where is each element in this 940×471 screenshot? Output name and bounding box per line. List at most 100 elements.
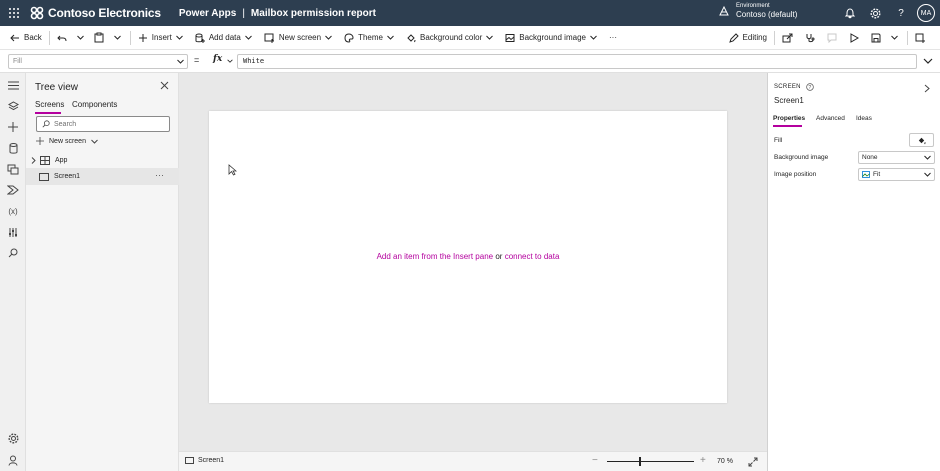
undo-button[interactable] (53, 26, 75, 50)
more-options-icon[interactable]: ··· (155, 170, 164, 180)
app-screen-canvas[interactable]: Add an item from the Insert pane or conn… (209, 111, 727, 403)
selected-control-name[interactable]: Screen1 (774, 96, 804, 105)
zoom-slider-thumb[interactable] (639, 457, 641, 466)
search-icon[interactable] (6, 246, 20, 260)
publish-button[interactable] (911, 26, 934, 50)
zoom-slider-track[interactable] (607, 461, 694, 462)
background-image-value: None (862, 154, 878, 161)
settings-gear-icon[interactable] (6, 431, 20, 445)
user-avatar[interactable]: MA (917, 4, 935, 22)
chevron-down-icon (113, 35, 121, 40)
fit-to-window-icon[interactable] (748, 457, 758, 467)
background-image-button[interactable]: Background image (501, 26, 605, 50)
media-icon[interactable] (6, 162, 20, 176)
image-position-label: Image position (774, 171, 817, 178)
environment-picker[interactable]: Environment Contoso (default) (718, 3, 797, 19)
tree-item-app[interactable]: App (26, 152, 179, 168)
command-bar: Back Insert Add data New screen Theme Ba… (0, 26, 940, 50)
advanced-tools-icon[interactable] (6, 225, 20, 239)
waffle-menu-icon[interactable] (0, 7, 28, 19)
comments-button[interactable] (823, 26, 845, 50)
paste-button[interactable] (90, 26, 112, 50)
hamburger-menu-icon[interactable] (6, 78, 20, 92)
background-image-dropdown[interactable]: None (858, 151, 935, 164)
canvas-empty-hint: Add an item from the Insert pane or conn… (209, 252, 727, 261)
chevron-down-icon (387, 35, 394, 40)
theme-label: Theme (358, 33, 383, 42)
save-icon (871, 33, 881, 42)
document-title[interactable]: Mailbox permission report (251, 8, 376, 19)
image-icon (862, 171, 870, 178)
more-commands-label: ··· (608, 33, 617, 42)
account-person-icon[interactable] (6, 453, 20, 467)
tab-ideas[interactable]: Ideas (856, 115, 872, 122)
mouse-pointer-icon (228, 164, 237, 176)
properties-pane: SCREEN ? Screen1 Properties Advanced Ide… (767, 73, 940, 471)
function-picker[interactable]: fx (213, 54, 235, 69)
database-add-icon (195, 33, 205, 43)
notifications-bell-icon[interactable] (843, 6, 857, 20)
new-screen-button[interactable]: New screen (260, 26, 340, 50)
tree-search-input[interactable]: Search (36, 116, 170, 132)
current-screen-indicator[interactable]: Screen1 (185, 457, 224, 464)
editing-mode-button[interactable]: Editing (725, 26, 771, 50)
help-circle-icon[interactable]: ? (806, 83, 814, 91)
share-button[interactable] (778, 26, 801, 50)
stethoscope-icon (806, 33, 815, 42)
chevron-right-icon (31, 156, 36, 164)
power-automate-icon[interactable] (6, 183, 20, 197)
background-color-label: Background color (420, 33, 483, 42)
zoom-in-button[interactable]: + (700, 455, 706, 466)
zoom-out-button[interactable]: − (592, 455, 598, 466)
tab-advanced[interactable]: Advanced (816, 115, 845, 122)
tab-properties[interactable]: Properties (773, 115, 805, 127)
insert-plus-icon[interactable] (6, 120, 20, 134)
tree-item-screen1[interactable]: Screen1 ··· (26, 168, 179, 185)
tree-view-pane: Tree view Screens Components Search New … (26, 73, 179, 471)
save-button[interactable] (867, 26, 889, 50)
paint-bucket-icon (918, 137, 926, 144)
preview-play-button[interactable] (845, 26, 867, 50)
app-header: Contoso Electronics Power Apps | Mailbox… (0, 0, 940, 26)
insert-pane-link[interactable]: Add an item from the Insert pane (377, 252, 494, 261)
brand-name: Contoso Electronics (48, 6, 161, 20)
tree-item-label: App (55, 156, 68, 164)
image-position-dropdown[interactable]: Fit (858, 168, 935, 181)
chevron-down-icon (175, 35, 183, 40)
property-dropdown[interactable]: Fill (8, 54, 188, 69)
chevron-down-icon (590, 35, 597, 40)
paste-dropdown[interactable] (112, 26, 127, 50)
back-button[interactable]: Back (6, 26, 46, 50)
close-icon[interactable] (160, 81, 169, 90)
more-commands-button[interactable]: ··· (605, 26, 621, 50)
search-placeholder: Search (54, 120, 77, 128)
save-dropdown[interactable] (889, 26, 904, 50)
search-icon (42, 120, 50, 128)
theme-button[interactable]: Theme (340, 26, 402, 50)
tab-components[interactable]: Components (72, 100, 117, 109)
background-color-button[interactable]: Background color (402, 26, 501, 50)
settings-gear-icon[interactable] (868, 6, 882, 20)
help-question-icon[interactable]: ? (894, 6, 908, 20)
chevron-right-icon[interactable] (924, 84, 930, 93)
expand-formula-chevron-icon[interactable] (922, 55, 934, 67)
tree-new-screen-button[interactable]: New screen (36, 137, 98, 145)
paint-bucket-icon (407, 33, 416, 42)
variables-icon[interactable]: (x) (6, 204, 20, 218)
fx-label: fx (213, 54, 223, 64)
zoom-percentage: 70 % (717, 458, 733, 465)
connect-data-link[interactable]: connect to data (505, 252, 560, 261)
palette-icon (344, 32, 354, 43)
status-screen-label: Screen1 (198, 457, 225, 464)
add-data-button[interactable]: Add data (191, 26, 260, 50)
chevron-down-icon (924, 155, 931, 160)
tab-screens[interactable]: Screens (35, 100, 64, 114)
fill-color-picker[interactable] (909, 133, 934, 147)
tree-view-layers-icon[interactable] (6, 99, 20, 113)
undo-dropdown[interactable] (75, 26, 90, 50)
formula-input[interactable]: White (237, 54, 917, 69)
app-checker-button[interactable] (801, 26, 823, 50)
title-separator: | (242, 7, 245, 19)
insert-button[interactable]: Insert (134, 26, 191, 50)
data-cylinder-icon[interactable] (6, 141, 20, 155)
